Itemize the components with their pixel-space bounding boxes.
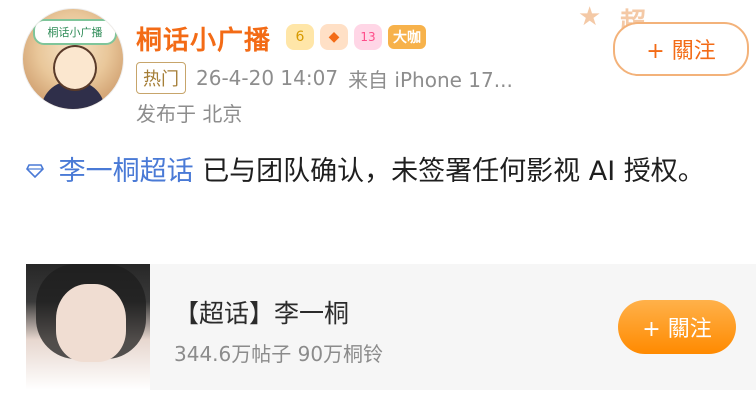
follow-button[interactable]: + 關注 bbox=[613, 22, 749, 76]
vip-badge: 大咖 bbox=[388, 25, 426, 49]
avatar-badge: 桐话小广播 bbox=[33, 19, 117, 45]
location: 发布于 北京 bbox=[136, 102, 243, 126]
post-content: 李一桐超话 已与团队确认，未签署任何影视 AI 授权。 bbox=[26, 150, 746, 194]
user-badges: 6 ◆ 13 大咖 bbox=[286, 24, 426, 50]
diamond-badge-icon: 13 bbox=[354, 24, 382, 50]
topic-follow-label: + 關注 bbox=[642, 317, 712, 342]
post-text: 已与团队确认，未签署任何影视 AI 授权。 bbox=[202, 156, 705, 187]
avatar[interactable]: 桐话小广播 bbox=[22, 8, 124, 110]
avatar-face bbox=[53, 45, 97, 91]
topic-card-image bbox=[26, 264, 150, 390]
post-meta: 热门 26-4-20 14:07 来自 iPhone 17... bbox=[136, 62, 513, 94]
topic-link[interactable]: 李一桐超话 bbox=[26, 156, 202, 187]
star-decoration-icon: ★ bbox=[578, 2, 602, 32]
image-face bbox=[56, 284, 126, 362]
hot-tag[interactable]: 热门 bbox=[136, 62, 186, 94]
source: 来自 iPhone 17... bbox=[348, 67, 513, 92]
topic-card-stats: 344.6万帖子 90万桐铃 bbox=[174, 342, 384, 366]
diamond-icon bbox=[26, 164, 44, 178]
topic-card[interactable]: 【超话】李一桐 344.6万帖子 90万桐铃 + 關注 bbox=[26, 264, 756, 390]
timestamp: 26-4-20 14:07 bbox=[196, 66, 339, 90]
crown-badge-icon: 6 bbox=[286, 24, 314, 50]
follow-button-label: + 關注 bbox=[646, 39, 716, 64]
topic-card-title: 【超话】李一桐 bbox=[174, 299, 350, 328]
topic-follow-button[interactable]: + 關注 bbox=[618, 300, 736, 354]
fish-badge-icon: ◆ bbox=[320, 24, 348, 50]
username[interactable]: 桐话小广播 bbox=[136, 20, 271, 57]
